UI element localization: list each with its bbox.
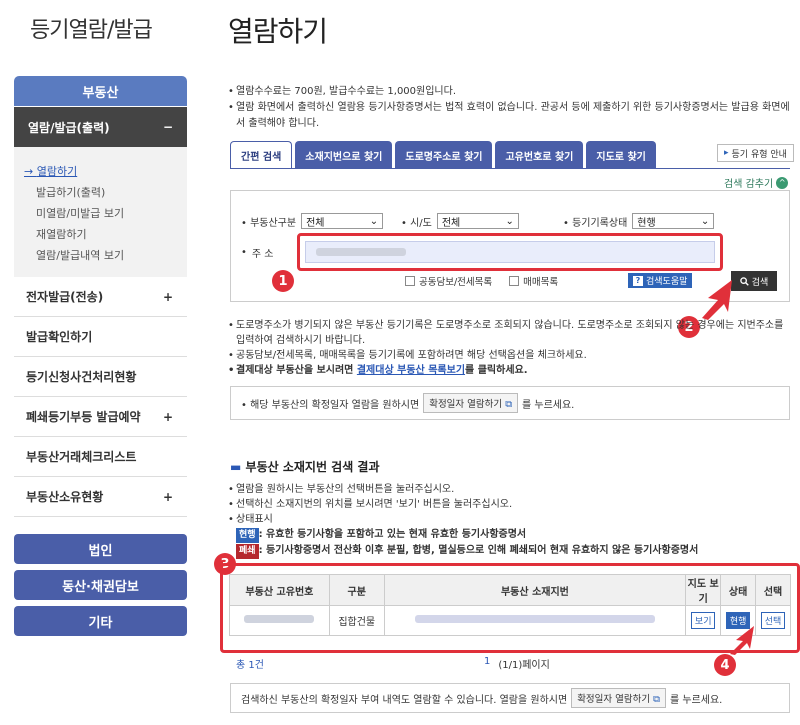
sidebar-item-verify[interactable]: 발급확인하기: [14, 317, 187, 357]
address-highlight: [297, 233, 723, 271]
page-number[interactable]: 1: [484, 656, 490, 671]
tab-road-address[interactable]: 도로명주소로 찾기: [395, 141, 493, 169]
col-type: 구분: [328, 574, 385, 606]
col-address: 부동산 소재지번: [383, 574, 687, 606]
address-input[interactable]: [305, 241, 715, 263]
sidebar-category-real-estate[interactable]: 부동산: [14, 76, 187, 106]
confirm-date-info: • 해당 부동산의 확정일자 열람을 원하시면 확정일자 열람하기 ⧉ 를 누르…: [230, 386, 790, 420]
property-type-select[interactable]: 전체 ⌄: [301, 213, 384, 229]
bullet-icon: ▬: [230, 460, 242, 474]
chevron-down-icon: ⌄: [505, 215, 514, 227]
plus-icon: +: [162, 409, 173, 424]
pagination: 총 1건 1 (1/1)페이지: [236, 656, 796, 671]
status-badge-current: 현행: [236, 528, 259, 543]
record-status-select[interactable]: 현행 ⌄: [632, 213, 715, 229]
sidebar-item-checklist[interactable]: 부동산거래체크리스트: [14, 437, 187, 477]
sidebar-subitem-history[interactable]: 열람/발급내역 보기: [14, 243, 187, 264]
sidebar-item-closed-reserve[interactable]: 폐쇄등기부등 발급예약 +: [14, 397, 187, 437]
external-link-icon: ⧉: [653, 694, 660, 705]
col-status: 상태: [720, 574, 757, 606]
total-count: 총 1건: [236, 660, 264, 671]
payment-list-link[interactable]: 결제대상 부동산 목록보기: [357, 365, 465, 376]
tab-unique-number[interactable]: 고유번호로 찾기: [495, 141, 584, 169]
col-unique-number: 부동산 고유번호: [229, 574, 330, 606]
plus-icon: +: [162, 489, 173, 504]
sidebar-pill-corporation[interactable]: 법인: [14, 534, 187, 564]
sidebar-item-e-issue[interactable]: 전자발급(전송) +: [14, 277, 187, 317]
select-button[interactable]: 선택: [760, 612, 786, 629]
sidebar-title: 등기열람/발급: [30, 18, 153, 43]
main-content: 열람하기 열람수수료는 700원, 발급수수료는 1,000원입니다. 열람 화…: [214, 0, 800, 725]
sidebar-item-case-status[interactable]: 등기신청사건처리현황: [14, 357, 187, 397]
chevron-down-icon: ⌄: [700, 215, 710, 227]
search-help-button[interactable]: ? 검색도움말: [628, 273, 693, 288]
registry-type-guide-button[interactable]: ▸ 등기 유형 안내: [717, 144, 794, 162]
redacted-address: [414, 615, 655, 623]
result-notes: 열람을 원하시는 부동산의 선택버튼을 눌러주십시오. 선택하신 소재지번의 위…: [228, 482, 793, 559]
minus-icon: −: [162, 120, 173, 134]
tab-simple-search[interactable]: 간편 검색: [230, 141, 293, 169]
record-status-row: • 등기기록상태 현행 ⌄: [563, 213, 715, 229]
sidebar-item-ownership[interactable]: 부동산소유현황 +: [14, 477, 187, 517]
sidebar-section-label: 열람/발급(출력): [28, 120, 110, 135]
search-tabs: 간편 검색 소재지번으로 찾기 도로명주소로 찾기 고유번호로 찾기 지도로 찾…: [230, 141, 656, 169]
sidebar-subitem-issue[interactable]: 발급하기(출력): [14, 180, 187, 201]
sidebar-subitem-review[interactable]: 재열람하기: [14, 222, 187, 243]
page-info: (1/1)페이지: [498, 660, 550, 671]
plus-icon: +: [162, 289, 173, 304]
confirm-date-button[interactable]: 확정일자 열람하기 ⧉: [423, 393, 518, 413]
redacted-unique-number: [244, 615, 315, 623]
sidebar-subitem-view[interactable]: → 열람하기: [14, 159, 187, 180]
options-row: 공동담보/전세목록 매매목록: [405, 274, 558, 288]
status-badge-closed: 폐쇄: [236, 544, 259, 559]
col-map: 지도 보기: [685, 574, 722, 606]
sales-list-checkbox[interactable]: 매매목록: [509, 274, 558, 288]
redacted-address: [316, 248, 406, 256]
search-notes: 도로명주소가 병기되지 않은 부동산 등기기록은 도로명주소로 조회되지 않습니…: [228, 318, 793, 378]
fee-notes: 열람수수료는 700원, 발급수수료는 1,000원입니다. 열람 화면에서 출…: [228, 84, 793, 132]
bottom-confirm-date-button[interactable]: 확정일자 열람하기 ⧉: [571, 688, 666, 708]
region-row: • 시/도 전체 ⌄: [401, 213, 519, 229]
property-type-row: • 부동산구분 전체 ⌄: [241, 213, 384, 229]
map-view-button[interactable]: 보기: [690, 612, 716, 629]
tab-lot-number[interactable]: 소재지번으로 찾기: [295, 141, 393, 169]
joint-collateral-checkbox[interactable]: 공동담보/전세목록: [405, 274, 492, 288]
page-title: 열람하기: [228, 15, 328, 48]
col-select: 선택: [755, 574, 791, 606]
search-icon: [739, 276, 749, 286]
tab-map[interactable]: 지도로 찾기: [586, 141, 656, 169]
bottom-confirm-info: 검색하신 부동산의 확정일자 부여 내역도 열람할 수 있습니다. 열람을 원하…: [230, 683, 790, 713]
address-label: • 주 소: [241, 247, 274, 260]
step-marker-1: 1: [272, 270, 294, 292]
sidebar-submenu: → 열람하기 발급하기(출력) 미열람/미발급 보기 재열람하기 열람/발급내역…: [14, 147, 187, 277]
arrow-pointer-icon: [730, 626, 754, 655]
region-select[interactable]: 전체 ⌄: [436, 213, 519, 229]
sidebar-pill-collateral[interactable]: 동산·채권담보: [14, 570, 187, 600]
sidebar-section-view-issue[interactable]: 열람/발급(출력) −: [14, 107, 187, 147]
arrow-right-icon: ▸: [724, 148, 729, 158]
chevron-up-icon: ^: [776, 176, 789, 189]
question-icon: ?: [633, 275, 643, 286]
sidebar-pill-other[interactable]: 기타: [14, 606, 187, 636]
chevron-down-icon: ⌄: [369, 215, 379, 227]
result-table: 부동산 고유번호 구분 부동산 소재지번 지도 보기 상태 선택 집합건물 보기…: [229, 574, 791, 636]
result-title: ▬ 부동산 소재지번 검색 결과: [230, 460, 380, 474]
result-table-highlight: 부동산 고유번호 구분 부동산 소재지번 지도 보기 상태 선택 집합건물 보기…: [220, 563, 800, 653]
arrow-pointer-icon: [702, 280, 732, 320]
table-row: 집합건물 보기 현행 선택: [229, 605, 791, 636]
sidebar-subitem-unviewed[interactable]: 미열람/미발급 보기: [14, 201, 187, 222]
tab-divider: [230, 168, 790, 169]
sidebar: 등기열람/발급 부동산 열람/발급(출력) − → 열람하기 발급하기(출력) …: [0, 0, 200, 725]
collapse-search-toggle[interactable]: 검색 감추기 ^: [724, 175, 789, 190]
external-link-icon: ⧉: [505, 399, 512, 410]
